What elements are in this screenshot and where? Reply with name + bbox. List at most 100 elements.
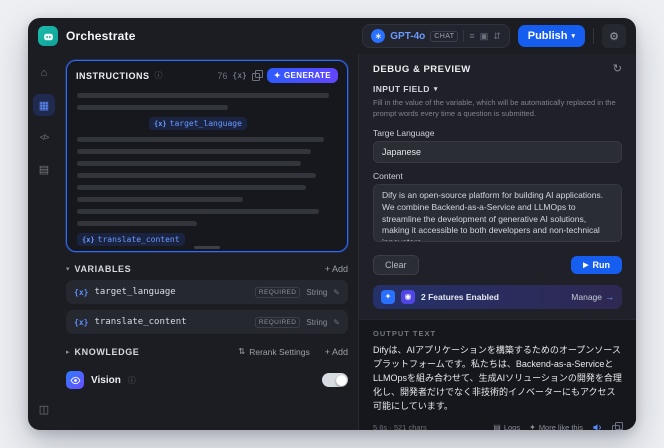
logs-button[interactable]: ▤ Logs xyxy=(493,423,520,430)
home-icon: ⌂ xyxy=(40,67,48,79)
add-variable-button[interactable]: + Add xyxy=(325,264,348,274)
more-like-this-button[interactable]: ✦ More like this xyxy=(529,423,583,430)
variable-type: String xyxy=(306,317,328,327)
output-meta: 5.6s · 521 chars xyxy=(373,423,427,430)
plus-icon: + xyxy=(324,264,330,274)
edit-variable-icon[interactable]: ✎ xyxy=(333,288,340,297)
variable-name: target_language xyxy=(94,287,176,297)
vision-icon xyxy=(66,371,84,389)
knowledge-title: KNOWLEDGE xyxy=(74,346,140,357)
eye-glyph xyxy=(70,376,80,384)
add-knowledge-button[interactable]: + Add xyxy=(325,347,348,357)
features-enabled-text: 2 Features Enabled xyxy=(421,291,499,302)
insert-variable-icon[interactable]: {x} xyxy=(232,71,246,80)
text-to-speech-button[interactable] xyxy=(592,422,603,430)
output-footer: 5.6s · 521 chars ▤ Logs ✦ More like this xyxy=(373,422,623,430)
variable-token[interactable]: {x} target_language xyxy=(149,117,247,130)
gear-icon: ⚙ xyxy=(609,30,619,43)
instructions-body[interactable]: {x} target_language {x} translate_content xyxy=(67,87,347,251)
window-body: ⌂ ▦ </> ▤ ◫ INSTRUCTIONS ⓘ 76 {x} ✦ GENE… xyxy=(28,54,636,430)
debug-title: DEBUG & PREVIEW xyxy=(373,64,471,75)
pill-divider xyxy=(463,30,465,42)
generate-button[interactable]: ✦ GENERATE xyxy=(266,68,338,83)
add-variable-label: Add xyxy=(331,264,348,274)
debug-actions: Clear ▶ Run xyxy=(373,254,622,275)
vision-toggle[interactable] xyxy=(322,373,348,387)
orchestrate-icon: ▦ xyxy=(38,99,50,112)
skeleton-bar xyxy=(77,149,311,154)
input-field-label: INPUT FIELD xyxy=(373,84,430,94)
variable-row[interactable]: {x} target_language REQUIRED String ✎ xyxy=(66,280,348,304)
panel-icon: ◫ xyxy=(38,403,50,416)
model-provider-icon: ∗ xyxy=(371,29,386,43)
manage-features-button[interactable]: Manage → xyxy=(571,292,614,302)
variable-icon: {x} xyxy=(74,317,89,327)
settings-button[interactable]: ⚙ xyxy=(602,24,626,48)
rerank-icon: ⇅ xyxy=(238,346,246,356)
app-header: Orchestrate ∗ GPT-4o CHAT ≡ ▣ ⇵ Publish … xyxy=(28,18,636,54)
info-icon: ⓘ xyxy=(154,71,163,80)
dify-logo-icon[interactable] xyxy=(38,26,58,46)
code-icon: </> xyxy=(39,132,50,142)
publish-button[interactable]: Publish ▾ xyxy=(517,25,585,47)
chevron-right-icon: ▸ xyxy=(66,348,70,356)
input-field-header[interactable]: INPUT FIELD ▾ xyxy=(373,84,622,94)
features-enabled-bar[interactable]: ✦ ◉ 2 Features Enabled Manage → xyxy=(373,284,622,309)
feature-vision-icon: ✦ xyxy=(381,289,395,304)
output-text: Difyは、AIアプリケーションを構築するためのオープンソースプラットフォームで… xyxy=(373,344,622,411)
edit-variable-icon[interactable]: ✎ xyxy=(333,318,340,327)
sidebar-rail: ⌂ ▦ </> ▤ ◫ xyxy=(28,54,60,430)
refresh-icon[interactable]: ↻ xyxy=(613,64,622,75)
skeleton-bar xyxy=(77,93,330,98)
debug-header: DEBUG & PREVIEW ↻ xyxy=(373,64,622,76)
header-right: ∗ GPT-4o CHAT ≡ ▣ ⇵ Publish ▾ ⚙ xyxy=(362,24,626,48)
sidebar-collapse-button[interactable]: ◫ xyxy=(33,398,55,420)
logs-icon: ▤ xyxy=(38,163,50,176)
variable-row[interactable]: {x} translate_content REQUIRED String ✎ xyxy=(66,310,348,334)
instructions-panel[interactable]: INSTRUCTIONS ⓘ 76 {x} ✦ GENERATE {x} tar… xyxy=(66,60,348,252)
model-sort-icon[interactable]: ⇵ xyxy=(493,31,501,42)
clear-button[interactable]: Clear xyxy=(373,254,419,275)
toggle-knob xyxy=(335,374,347,386)
orchestrate-column: INSTRUCTIONS ⓘ 76 {x} ✦ GENERATE {x} tar… xyxy=(60,54,358,430)
debug-form: DEBUG & PREVIEW ↻ INPUT FIELD ▾ Fill in … xyxy=(359,54,636,309)
more-like-this-label: More like this xyxy=(538,423,583,430)
vision-label: Vision xyxy=(91,374,121,386)
skeleton-bar xyxy=(77,137,324,142)
copy-output-button[interactable] xyxy=(612,422,623,430)
variables-header[interactable]: ▾ VARIABLES + Add xyxy=(66,264,348,274)
model-grid-icon[interactable]: ▣ xyxy=(480,31,489,42)
debug-panel: DEBUG & PREVIEW ↻ INPUT FIELD ▾ Fill in … xyxy=(358,54,636,430)
play-icon: ▶ xyxy=(583,261,589,269)
model-selector[interactable]: ∗ GPT-4o CHAT ≡ ▣ ⇵ xyxy=(362,24,510,48)
instructions-title: INSTRUCTIONS xyxy=(76,70,150,81)
sidebar-item-logs[interactable]: ▤ xyxy=(33,158,55,180)
sidebar-item-api-access[interactable]: </> xyxy=(33,126,55,148)
sidebar-item-orchestrate[interactable]: ▦ xyxy=(33,94,55,116)
target-language-input[interactable] xyxy=(373,140,622,163)
rerank-settings-button[interactable]: ⇅ Rerank Settings xyxy=(238,346,310,357)
model-params-icon[interactable]: ≡ xyxy=(469,31,474,41)
copy-icon[interactable] xyxy=(251,70,263,81)
content-textarea[interactable]: Dify is an open-source platform for buil… xyxy=(373,183,622,242)
page-title: Orchestrate xyxy=(66,29,136,43)
resize-handle[interactable] xyxy=(194,246,220,249)
variable-icon: {x} xyxy=(74,287,89,297)
sparkle-icon: ✦ xyxy=(529,423,536,430)
variables-section: ▾ VARIABLES + Add {x} target_language RE… xyxy=(66,264,348,334)
variables-title: VARIABLES xyxy=(74,264,132,274)
skeleton-bar xyxy=(77,161,301,166)
variable-token[interactable]: {x} translate_content xyxy=(77,233,185,246)
model-mode-badge: CHAT xyxy=(430,30,459,42)
generate-label: GENERATE xyxy=(283,71,331,80)
run-button[interactable]: ▶ Run xyxy=(571,255,622,274)
chevron-down-icon: ▾ xyxy=(433,85,438,93)
variable-type: String xyxy=(306,287,328,297)
required-badge: REQUIRED xyxy=(254,316,301,328)
manage-label: Manage xyxy=(571,291,602,302)
required-badge: REQUIRED xyxy=(254,286,301,298)
robot-glyph xyxy=(43,33,53,40)
arrow-right-icon: → xyxy=(605,291,614,302)
knowledge-header[interactable]: ▸ KNOWLEDGE ⇅ Rerank Settings + Add xyxy=(66,346,348,357)
sidebar-item-home[interactable]: ⌂ xyxy=(33,62,55,84)
